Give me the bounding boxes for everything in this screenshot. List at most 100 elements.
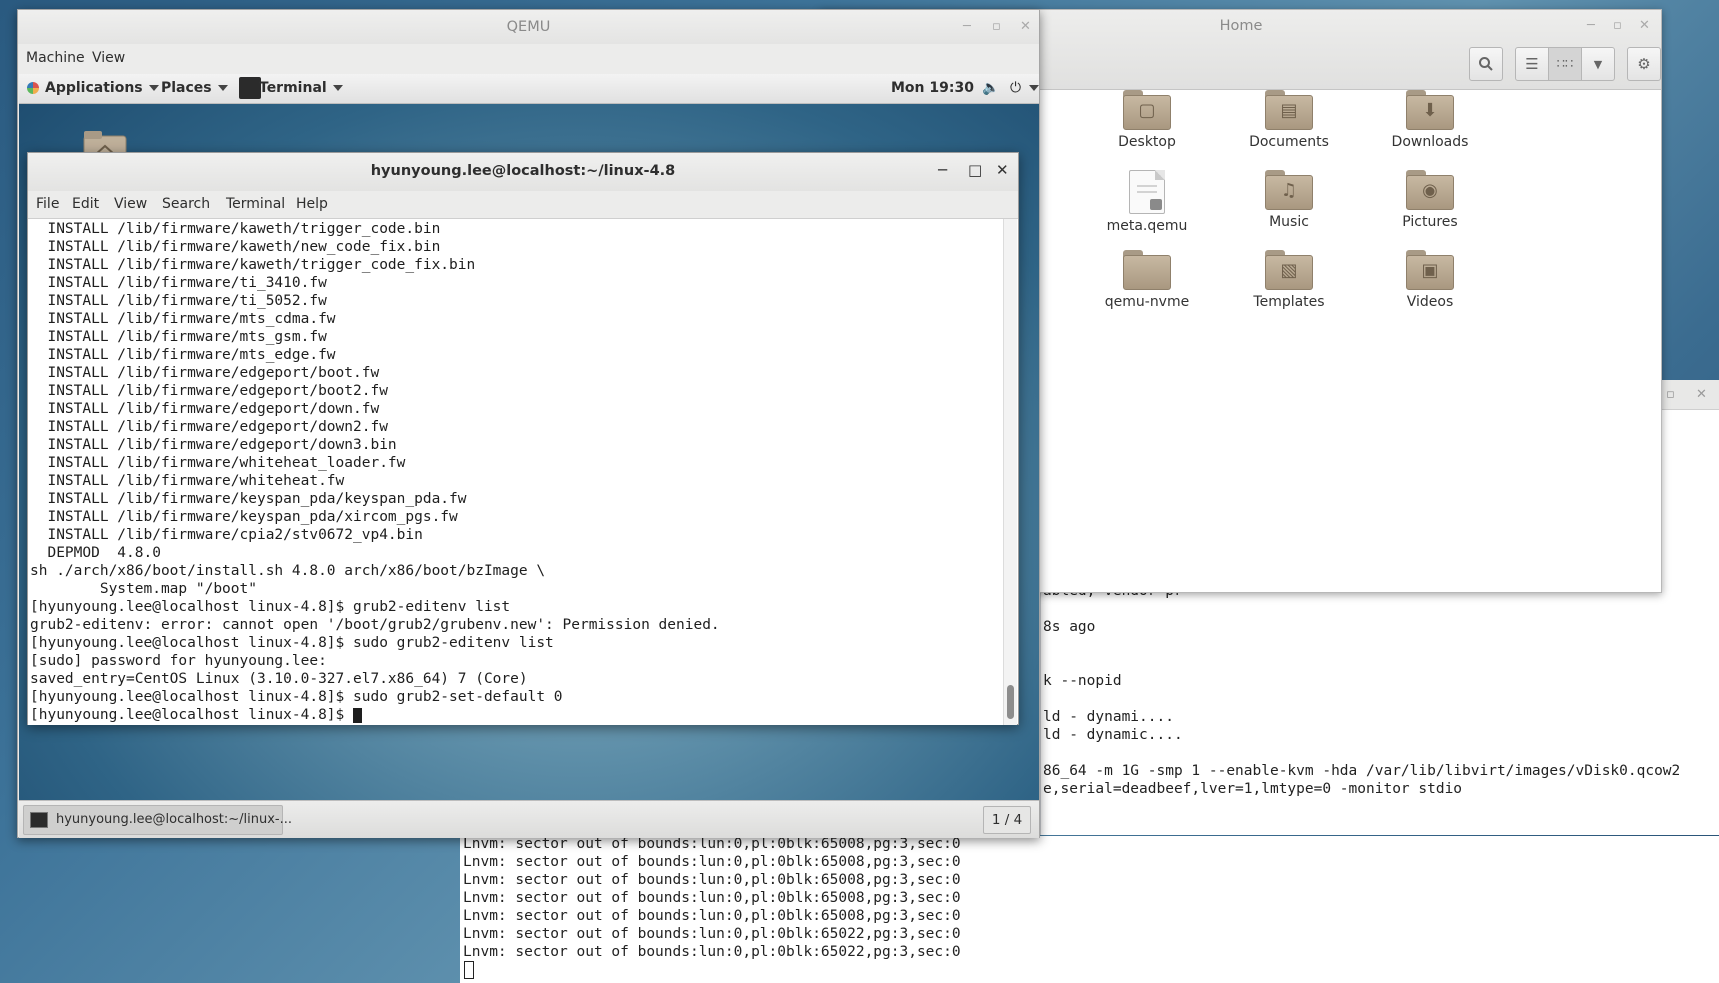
chevron-down-icon[interactable] xyxy=(1029,80,1039,96)
terminal-line: INSTALL /lib/firmware/whiteheat.fw xyxy=(30,473,345,489)
maximize-icon[interactable]: ▫ xyxy=(992,19,1001,34)
places-menu[interactable]: Places xyxy=(161,80,228,96)
power-icon[interactable]: ⏻ xyxy=(1010,80,1021,96)
terminal-line: Lnvm: sector out of bounds:lun:0,pl:0blk… xyxy=(463,854,961,870)
qemu-menubar: Machine View xyxy=(18,44,1039,74)
folder-downloads-icon: ⬇ xyxy=(1406,90,1454,130)
background-terminal-bottom[interactable]: Lnvm: sector out of bounds:lun:0,pl:0blk… xyxy=(460,836,1719,983)
minimize-icon[interactable]: ─ xyxy=(938,161,947,179)
terminal-line: INSTALL /lib/firmware/edgeport/down3.bin xyxy=(30,437,397,453)
terminal-output[interactable]: INSTALL /lib/firmware/kaweth/trigger_cod… xyxy=(28,219,1004,725)
terminal-line: Lnvm: sector out of bounds:lun:0,pl:0blk… xyxy=(463,836,961,852)
terminal-icon xyxy=(239,77,261,99)
terminal-icon xyxy=(30,812,48,828)
file-label: meta.qemu xyxy=(1106,218,1188,234)
locked-document-icon xyxy=(1129,170,1165,214)
terminal-line: INSTALL /lib/firmware/cpia2/stv0672_vp4.… xyxy=(30,527,423,543)
menu-help[interactable]: Help xyxy=(296,196,328,212)
applications-menu[interactable]: Applications xyxy=(45,80,159,96)
list-view-button[interactable]: ☰ xyxy=(1515,47,1549,81)
menu-machine[interactable]: Machine xyxy=(26,50,85,66)
menu-edit[interactable]: Edit xyxy=(72,196,99,212)
grid-view-button[interactable]: ∷∷ xyxy=(1548,47,1582,81)
file-item-videos[interactable]: ▣ Videos xyxy=(1370,250,1490,310)
menu-search[interactable]: Search xyxy=(162,196,210,212)
folder-pictures-icon: ◉ xyxy=(1406,170,1454,210)
search-icon xyxy=(1479,57,1493,71)
view-options-button[interactable]: ▼ xyxy=(1581,47,1615,81)
terminal-line: 8s ago xyxy=(1043,619,1096,635)
folder-desktop-icon: ▢ xyxy=(1123,90,1171,130)
terminal-titlebar: hyunyoung.lee@localhost:~/linux-4.8 ─ □ … xyxy=(28,153,1018,191)
terminal-line: ld - dynami.... xyxy=(1043,709,1174,725)
qemu-window[interactable]: QEMU ─ ▫ ✕ Machine View Applications Pla… xyxy=(17,9,1040,838)
file-label: Desktop xyxy=(1118,134,1176,150)
settings-button[interactable]: ⚙ xyxy=(1627,47,1661,81)
file-label: Pictures xyxy=(1402,214,1458,230)
minimize-icon[interactable]: ─ xyxy=(963,19,971,34)
guest-terminal-window[interactable]: hyunyoung.lee@localhost:~/linux-4.8 ─ □ … xyxy=(27,152,1019,725)
scrollbar-thumb[interactable] xyxy=(1007,685,1014,719)
file-item-music[interactable]: ♫ Music xyxy=(1229,170,1349,230)
volume-icon[interactable]: 🔈 xyxy=(982,80,999,96)
folder-templates-icon: ▧ xyxy=(1265,250,1313,290)
terminal-line: INSTALL /lib/firmware/whiteheat_loader.f… xyxy=(30,455,406,471)
terminal-line: e,serial=deadbeef,lver=1,lmtype=0 -monit… xyxy=(1043,781,1463,797)
close-icon[interactable]: ✕ xyxy=(1639,18,1650,33)
file-label: Documents xyxy=(1249,134,1329,150)
terminal-scrollbar[interactable] xyxy=(1003,219,1017,725)
terminal-line: grub2-editenv: error: cannot open '/boot… xyxy=(30,617,720,633)
file-item-desktop[interactable]: ▢ Desktop xyxy=(1087,90,1207,150)
guest-screen[interactable]: Applications Places Terminal Mon 19:30 🔈… xyxy=(19,74,1039,838)
maximize-icon[interactable]: ▫ xyxy=(1613,18,1622,33)
terminal-line: INSTALL /lib/firmware/edgeport/down2.fw xyxy=(30,419,388,435)
file-label: Videos xyxy=(1406,294,1454,310)
gnome-foot-icon xyxy=(27,82,39,94)
close-icon[interactable]: ✕ xyxy=(1696,387,1707,402)
window-list-item-terminal[interactable]: hyunyoung.lee@localhost:~/linux-... xyxy=(23,805,292,835)
menu-terminal[interactable]: Terminal xyxy=(226,196,285,212)
file-item-documents[interactable]: ▤ Documents xyxy=(1229,90,1349,150)
terminal-line: Lnvm: sector out of bounds:lun:0,pl:0blk… xyxy=(463,872,961,888)
minimize-icon[interactable]: ─ xyxy=(1587,18,1595,33)
file-label: Downloads xyxy=(1391,134,1469,150)
terminal-app-menu[interactable]: Terminal xyxy=(259,80,343,96)
terminal-cursor xyxy=(464,961,474,979)
clock[interactable]: Mon 19:30 xyxy=(891,80,974,96)
file-item-meta-qemu[interactable]: meta.qemu xyxy=(1087,170,1207,234)
terminal-line: INSTALL /lib/firmware/edgeport/boot.fw xyxy=(30,365,380,381)
file-item-templates[interactable]: ▧ Templates xyxy=(1229,250,1349,310)
terminal-line: INSTALL /lib/firmware/kaweth/trigger_cod… xyxy=(30,221,441,237)
terminal-window-title: hyunyoung.lee@localhost:~/linux-4.8 xyxy=(370,163,676,179)
maximize-icon[interactable]: ▫ xyxy=(1666,387,1675,402)
close-icon[interactable]: ✕ xyxy=(996,161,1009,179)
qemu-titlebar: QEMU ─ ▫ ✕ xyxy=(18,10,1039,44)
search-button[interactable] xyxy=(1469,47,1503,81)
menu-view[interactable]: View xyxy=(92,50,125,66)
menu-file[interactable]: File xyxy=(36,196,59,212)
terminal-line: INSTALL /lib/firmware/mts_edge.fw xyxy=(30,347,336,363)
file-item-downloads[interactable]: ⬇ Downloads xyxy=(1370,90,1490,150)
terminal-line: [hyunyoung.lee@localhost linux-4.8]$ sud… xyxy=(30,635,554,651)
terminal-line: INSTALL /lib/firmware/kaweth/trigger_cod… xyxy=(30,257,476,273)
close-icon[interactable]: ✕ xyxy=(1020,19,1031,34)
file-item-qemu-nvme[interactable]: qemu-nvme xyxy=(1087,250,1207,310)
terminal-line: [hyunyoung.lee@localhost linux-4.8]$ gru… xyxy=(30,599,511,615)
terminal-line: System.map "/boot" xyxy=(30,581,257,597)
window-list-label: hyunyoung.lee@localhost:~/linux-... xyxy=(56,812,293,827)
terminal-line: INSTALL /lib/firmware/kaweth/new_code_fi… xyxy=(30,239,441,255)
file-item-pictures[interactable]: ◉ Pictures xyxy=(1370,170,1490,230)
menu-view[interactable]: View xyxy=(114,196,147,212)
terminal-line: INSTALL /lib/firmware/keyspan_pda/xircom… xyxy=(30,509,458,525)
maximize-icon[interactable]: □ xyxy=(968,161,982,179)
workspace-indicator[interactable]: 1 / 4 xyxy=(983,806,1031,834)
folder-documents-icon: ▤ xyxy=(1265,90,1313,130)
terminal-line: INSTALL /lib/firmware/ti_3410.fw xyxy=(30,275,327,291)
terminal-cursor xyxy=(353,708,362,723)
terminal-line: 86_64 -m 1G -smp 1 --enable-kvm -hda /va… xyxy=(1043,763,1681,779)
terminal-line: INSTALL /lib/firmware/mts_gsm.fw xyxy=(30,329,327,345)
terminal-line: [hyunyoung.lee@localhost linux-4.8]$ xyxy=(30,707,354,723)
gnome-bottom-panel: hyunyoung.lee@localhost:~/linux-... 1 / … xyxy=(19,800,1039,838)
terminal-line: [hyunyoung.lee@localhost linux-4.8]$ sud… xyxy=(30,689,563,705)
file-label: Music xyxy=(1269,214,1309,230)
